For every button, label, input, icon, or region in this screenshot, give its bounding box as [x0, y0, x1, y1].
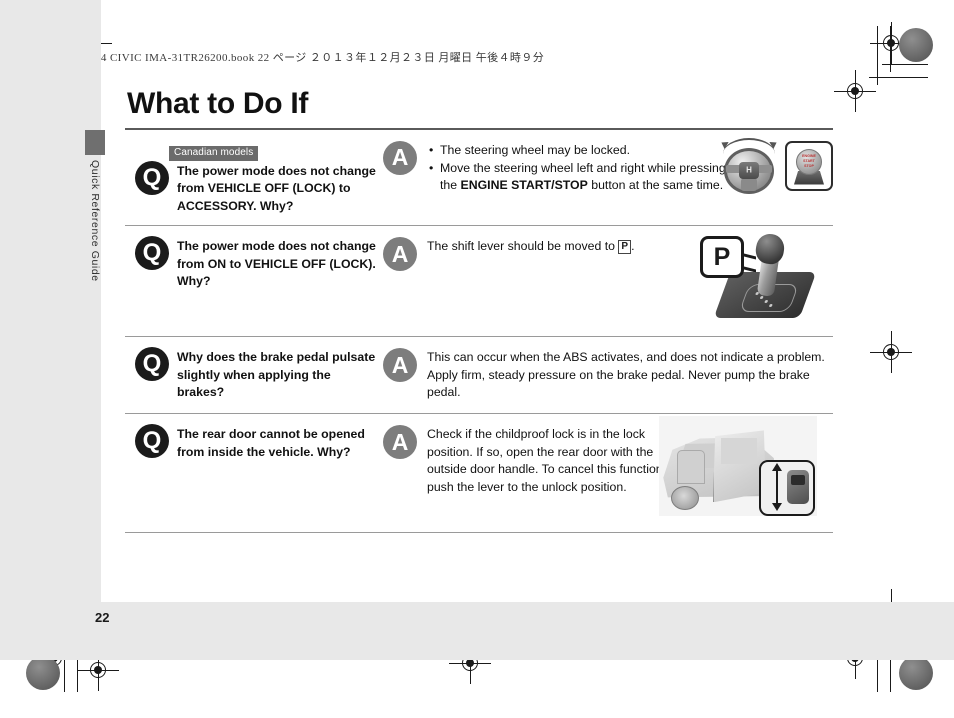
answer-column: A The steering wheel may be locked. Move… [383, 130, 835, 226]
crop-mark-line [877, 26, 878, 85]
model-badge: Canadian models [169, 145, 259, 161]
question-column: Q The rear door cannot be opened from in… [125, 414, 383, 532]
footer-gray-band [0, 602, 954, 660]
answer-icon: A [383, 237, 417, 272]
answer-icon: A [383, 425, 417, 460]
answer-text-suffix: . [631, 239, 635, 254]
figure-group [659, 416, 817, 517]
registration-target [870, 331, 912, 373]
qa-row: Q Why does the brake pedal pulsate sligh… [125, 337, 835, 413]
answer-column: A This can occur when the ABS activates,… [383, 337, 835, 413]
registration-target [834, 70, 876, 112]
steering-wheel-spoke-bottom [741, 177, 757, 191]
engine-start-stop-button-figure [785, 140, 833, 191]
answer-column: A The shift lever should be moved to P. … [383, 226, 835, 336]
question-line: Q The rear door cannot be opened from in… [135, 424, 377, 461]
density-dot-mark [26, 656, 60, 690]
question-icon: Q [135, 347, 169, 382]
question-text: Why does the brake pedal pulsate slightl… [177, 350, 376, 400]
density-dot-mark [899, 656, 933, 690]
answer-text: Check if the childproof lock is in the l… [427, 427, 667, 494]
figure-group [721, 137, 833, 194]
shift-position-p-glyph: P [618, 240, 632, 255]
book-header-line: 14 CIVIC IMA-31TR26200.book 22 ページ ２０１３年… [95, 52, 545, 64]
qa-row: Canadian models Q The power mode does no… [125, 130, 835, 226]
sidebar-section-label: Quick Reference Guide [78, 160, 112, 350]
answer-bullet: The steering wheel may be locked. [429, 142, 727, 160]
question-line: Q The power mode does not change from ON… [135, 236, 377, 290]
question-text: The rear door cannot be opened from insi… [177, 427, 365, 459]
steering-wheel-hub [739, 161, 759, 179]
page-content: What to Do If Canadian models Q The powe… [125, 87, 835, 534]
answer-text: The shift lever should be moved to P. [427, 238, 634, 326]
density-dot-mark [899, 28, 933, 62]
page-title: What to Do If [127, 87, 309, 120]
question-column: Canadian models Q The power mode does no… [125, 130, 383, 226]
question-column: Q Why does the brake pedal pulsate sligh… [125, 337, 383, 413]
answer-text-prefix: The shift lever should be moved to [427, 239, 619, 254]
shift-lever-knob [754, 232, 786, 267]
answer-icon: A [383, 348, 417, 383]
childproof-lock-lever [787, 470, 809, 505]
answer-bold-term: ENGINE START/STOP [460, 178, 588, 193]
answer-bullet: Move the steering wheel left and right w… [429, 160, 727, 195]
question-column: Q The power mode does not change from ON… [125, 226, 383, 336]
engine-start-stop-icon [796, 148, 822, 175]
answer-text: The steering wheel may be locked. Move t… [427, 142, 727, 216]
question-icon: Q [135, 424, 169, 459]
qa-row: Q The rear door cannot be opened from in… [125, 414, 835, 532]
shift-lever-figure: P [700, 228, 817, 323]
crop-mark-line [890, 26, 891, 72]
crop-mark-line [882, 64, 928, 65]
registration-target [870, 22, 912, 64]
row-divider [125, 532, 833, 534]
answer-icon: A [383, 140, 417, 175]
answer-column: A Check if the childproof lock is in the… [383, 414, 835, 532]
figure-group: P [700, 228, 817, 323]
sidebar-section-tab[interactable] [85, 130, 105, 155]
question-icon: Q [135, 236, 169, 271]
rear-door-window [721, 438, 757, 465]
up-down-arrow-icon [772, 463, 782, 512]
rear-door-childproof-lock-figure [659, 416, 817, 517]
crop-mark-line [869, 77, 928, 78]
page-number: 22 [95, 610, 110, 625]
sidebar-section-label-text: Quick Reference Guide [89, 160, 101, 282]
question-text: The power mode does not change from ON t… [177, 239, 376, 289]
answer-text: This can occur when the ABS activates, a… [427, 350, 825, 400]
steering-wheel-figure [721, 137, 777, 194]
car-wheel [671, 486, 699, 511]
qa-row: Q The power mode does not change from ON… [125, 226, 835, 336]
park-position-callout: P [700, 236, 744, 279]
childproof-lock-detail [759, 460, 815, 517]
answer-bullet-list: The steering wheel may be locked. Move t… [427, 142, 727, 195]
rear-seat [677, 450, 705, 485]
question-line: Q The power mode does not change from VE… [135, 161, 377, 215]
question-line: Q Why does the brake pedal pulsate sligh… [135, 347, 377, 401]
question-icon: Q [135, 161, 169, 195]
question-text: The power mode does not change from VEHI… [177, 164, 376, 213]
